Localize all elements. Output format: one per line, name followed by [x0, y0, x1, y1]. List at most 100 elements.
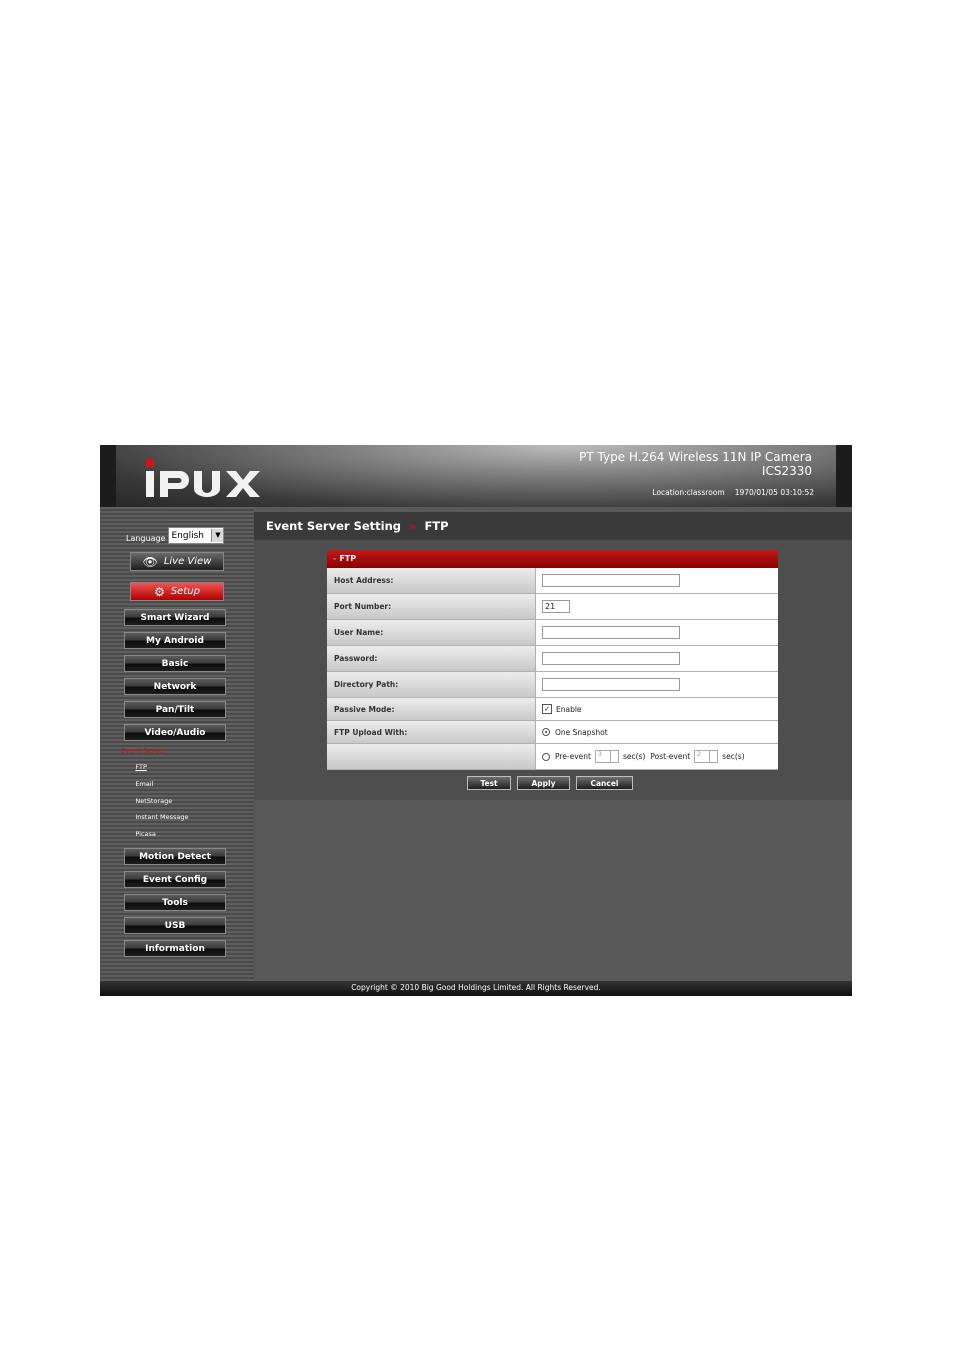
post-event-value: 2	[697, 751, 701, 758]
breadcrumb-section: Event Server Setting	[266, 519, 402, 533]
pre-post-event-radio[interactable]	[542, 752, 550, 761]
pre-event-select[interactable]: 3	[595, 750, 619, 763]
port-number-cell: 21	[536, 594, 778, 619]
setup-label: Setup	[170, 586, 200, 597]
breadcrumb-page: FTP	[424, 519, 449, 533]
passive-mode-label: Passive Mode:	[327, 698, 536, 720]
password-cell	[536, 646, 778, 671]
submenu-item-ftp[interactable]: - FTP	[130, 763, 147, 771]
camera-title-line2: ICS2330	[761, 464, 812, 478]
post-event-label: Post-event	[650, 752, 691, 761]
password-input[interactable]	[542, 652, 680, 665]
ftp-upload-label: FTP Upload With:	[327, 721, 536, 743]
password-label: Password:	[327, 646, 536, 671]
port-number-row: Port Number: 21	[327, 594, 778, 620]
submenu-label: Instant Message	[135, 813, 189, 821]
camera-eye-icon: 👁	[142, 554, 158, 569]
ipux-logo	[146, 459, 260, 497]
nav-usb[interactable]: USB	[124, 917, 226, 934]
user-name-row: User Name:	[327, 620, 778, 646]
directory-path-label: Directory Path:	[327, 672, 536, 697]
nav-basic[interactable]: Basic	[124, 655, 226, 672]
language-row: Language English ▼	[126, 527, 225, 544]
header-left-edge	[100, 445, 116, 507]
submenu-item-picasa[interactable]: - Picasa	[130, 830, 156, 838]
pre-event-label: Pre-event	[555, 752, 591, 761]
chevron-down-icon	[610, 751, 618, 762]
datetime-text: 1970/01/05 03:10:52	[734, 488, 814, 497]
location-text: Location:classroom	[652, 488, 725, 497]
live-view-button[interactable]: 👁 Live View	[130, 552, 224, 571]
nav-information[interactable]: Information	[124, 940, 226, 957]
ftp-settings-panel: - FTP Host Address: Port Number: 21 User …	[327, 550, 778, 770]
language-label: Language	[126, 534, 166, 543]
camera-model-title: PT Type H.264 Wireless 11N IP Camera ICS…	[579, 450, 812, 478]
live-view-label: Live View	[163, 556, 212, 567]
test-button[interactable]: Test	[467, 776, 511, 790]
submenu-heading-event-server[interactable]: Event Server	[121, 747, 166, 755]
language-select[interactable]: English ▼	[168, 527, 225, 544]
bullet-icon: -	[130, 780, 133, 788]
port-number-input[interactable]: 21	[542, 600, 570, 613]
passive-mode-enable-label: Enable	[556, 704, 582, 714]
nav-event-config[interactable]: Event Config	[124, 871, 226, 888]
bullet-icon: -	[130, 813, 133, 821]
passive-mode-row: Passive Mode: ✓ Enable	[327, 698, 778, 721]
submenu-item-email[interactable]: - Email	[130, 780, 153, 788]
post-event-unit: sec(s)	[722, 752, 745, 761]
host-address-input[interactable]	[542, 574, 680, 587]
nav-tools[interactable]: Tools	[124, 894, 226, 911]
one-snapshot-label: One Snapshot	[555, 727, 608, 737]
directory-path-cell	[536, 672, 778, 697]
password-row: Password:	[327, 646, 778, 672]
breadcrumb: Event Server Setting » FTP	[266, 519, 449, 533]
ftp-upload-row: FTP Upload With: One Snapshot	[327, 721, 778, 744]
page-header: Event Server Setting » FTP	[254, 512, 852, 540]
panel-title: - FTP	[327, 550, 778, 568]
chevron-down-icon	[709, 751, 717, 762]
pre-post-event-cell: Pre-event 3 sec(s) Post-event 2 sec(s)	[536, 744, 778, 769]
header-right-edge	[836, 445, 852, 507]
location-datetime: Location:classroom 1970/01/05 03:10:52	[652, 488, 814, 497]
one-snapshot-radio[interactable]	[542, 728, 550, 736]
nav-video-audio[interactable]: Video/Audio	[124, 724, 226, 741]
directory-path-input[interactable]	[542, 678, 680, 691]
nav-my-android[interactable]: My Android	[124, 632, 226, 649]
user-name-label: User Name:	[327, 620, 536, 645]
apply-button[interactable]: Apply	[517, 776, 570, 790]
panel-title-text: FTP	[339, 554, 357, 563]
directory-path-row: Directory Path:	[327, 672, 778, 698]
pre-event-unit: sec(s)	[623, 752, 646, 761]
bullet-icon: -	[130, 830, 133, 838]
user-name-cell	[536, 620, 778, 645]
chevron-down-icon: ▼	[211, 529, 224, 542]
nav-pan-tilt[interactable]: Pan/Tilt	[124, 701, 226, 718]
cancel-button[interactable]: Cancel	[576, 776, 633, 790]
submenu-label: Email	[135, 780, 154, 788]
host-address-label: Host Address:	[327, 568, 536, 593]
submenu-item-netstorage[interactable]: - NetStorage	[130, 797, 172, 805]
gear-icon: ⚙	[154, 584, 165, 599]
sidebar: Language English ▼ 👁 Live View ⚙ Setup S…	[100, 507, 254, 981]
bullet-icon: -	[130, 763, 133, 771]
breadcrumb-separator: »	[409, 519, 417, 533]
bullet-icon: -	[333, 554, 337, 563]
action-buttons: Test Apply Cancel	[467, 776, 639, 790]
language-value: English	[171, 530, 204, 541]
passive-mode-checkbox[interactable]: ✓	[542, 704, 552, 714]
setup-button[interactable]: ⚙ Setup	[130, 582, 224, 601]
ftp-upload-cell: One Snapshot	[536, 721, 778, 743]
submenu-item-instant-message[interactable]: - Instant Message	[130, 813, 189, 821]
camera-title-line1: PT Type H.264 Wireless 11N IP Camera	[579, 450, 812, 464]
nav-smart-wizard[interactable]: Smart Wizard	[124, 609, 226, 626]
nav-motion-detect[interactable]: Motion Detect	[124, 848, 226, 865]
port-number-label: Port Number:	[327, 594, 536, 619]
post-event-select[interactable]: 2	[694, 750, 719, 763]
submenu-label: NetStorage	[135, 797, 173, 805]
nav-network[interactable]: Network	[124, 678, 226, 695]
camera-web-ui: PT Type H.264 Wireless 11N IP Camera ICS…	[100, 445, 852, 996]
user-name-input[interactable]	[542, 626, 680, 639]
pre-post-event-row: Pre-event 3 sec(s) Post-event 2 sec(s)	[327, 744, 778, 770]
host-address-cell	[536, 568, 778, 593]
footer-copyright: Copyright © 2010 Big Good Holdings Limit…	[100, 981, 852, 996]
